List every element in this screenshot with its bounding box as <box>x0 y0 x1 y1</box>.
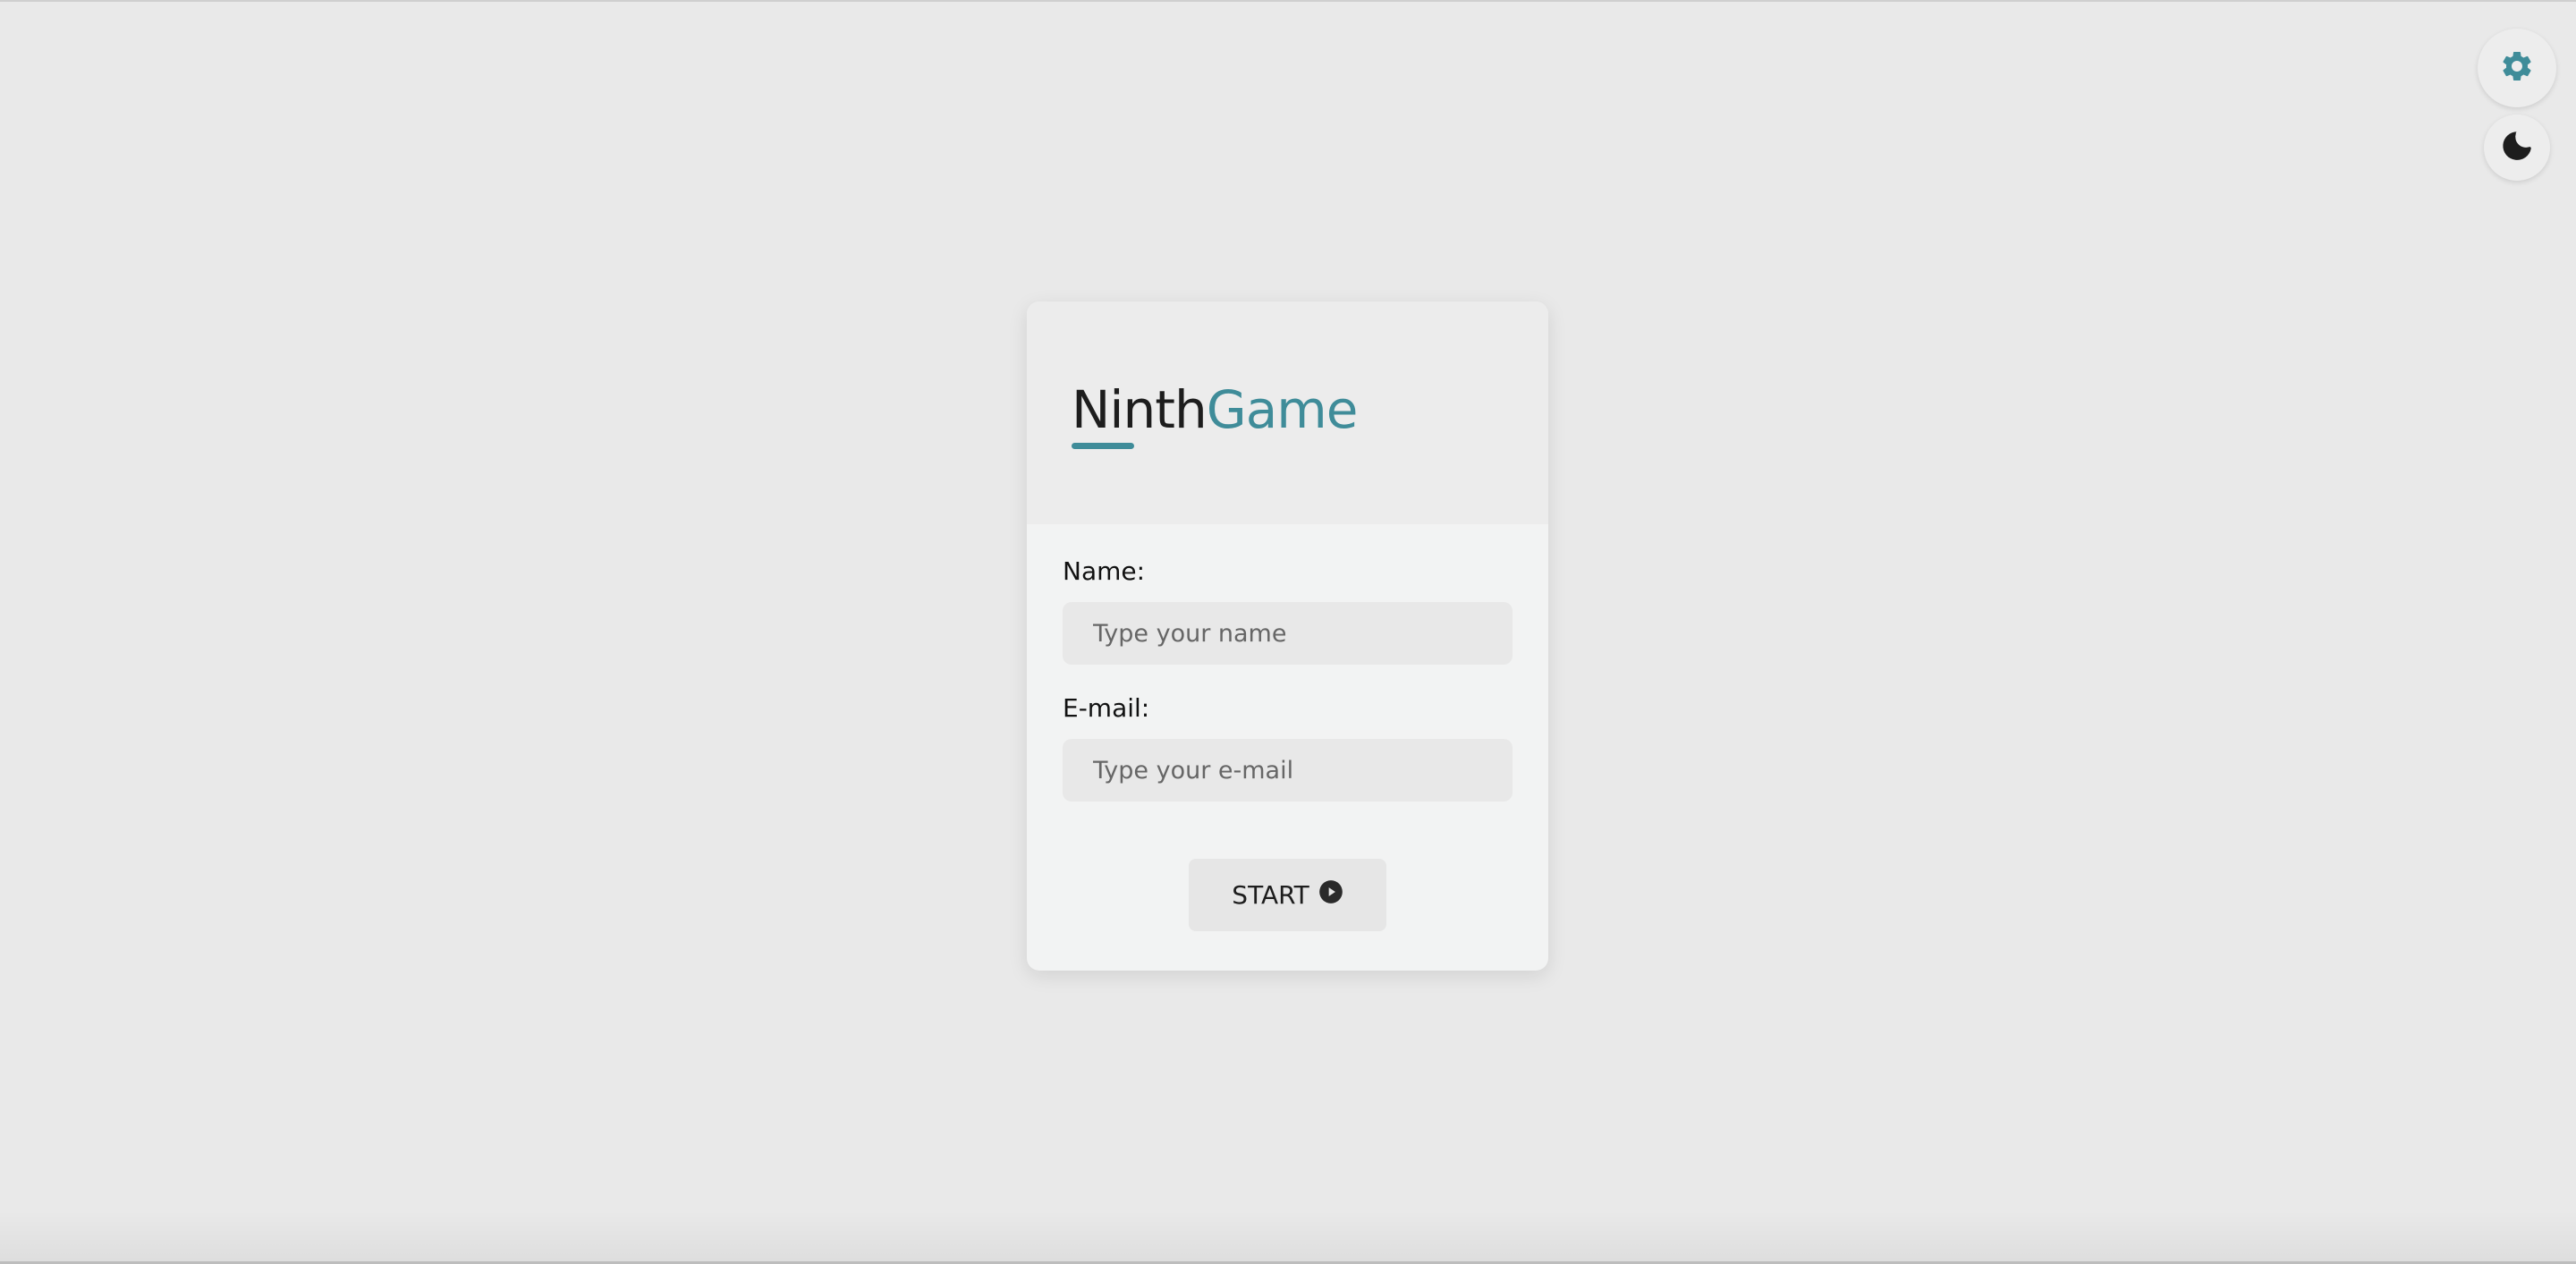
start-row: START <box>1063 859 1513 931</box>
start-button-label: START <box>1232 880 1309 910</box>
email-input[interactable] <box>1063 739 1513 802</box>
settings-button[interactable] <box>2478 29 2556 107</box>
gear-icon <box>2499 48 2535 88</box>
moon-icon <box>2500 129 2534 166</box>
logo-underline <box>1072 443 1134 449</box>
app-viewport: NinthGame Name: E-mail: START <box>0 0 2576 1264</box>
start-button[interactable]: START <box>1189 859 1386 931</box>
name-input[interactable] <box>1063 602 1513 665</box>
bottom-shade <box>0 1210 2576 1264</box>
logo-ninth: Ninth <box>1072 379 1208 440</box>
name-label: Name: <box>1063 556 1146 586</box>
logo: NinthGame <box>1072 384 1358 436</box>
logo-game: Game <box>1206 379 1359 440</box>
login-card: NinthGame Name: E-mail: START <box>1027 301 1548 971</box>
play-circle-icon <box>1318 879 1343 911</box>
name-field-group: Name: <box>1063 556 1513 665</box>
form: Name: E-mail: START <box>1027 524 1548 931</box>
email-label: E-mail: <box>1063 693 1150 723</box>
card-header: NinthGame <box>1027 301 1548 524</box>
theme-toggle-button[interactable] <box>2484 115 2550 181</box>
email-field-group: E-mail: <box>1063 693 1513 802</box>
